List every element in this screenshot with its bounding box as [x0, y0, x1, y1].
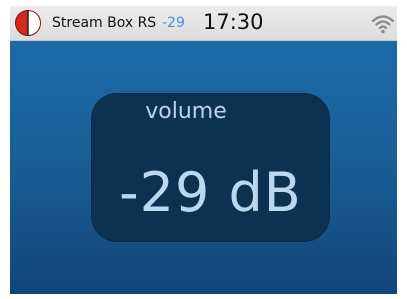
status-bar: Stream Box RS -29 17:30	[10, 6, 397, 41]
wifi-icon	[371, 15, 395, 34]
device-display: Stream Box RS -29 17:30 volume -29 dB	[10, 6, 397, 294]
volume-label: volume	[145, 99, 227, 124]
main-screen: volume -29 dB	[10, 41, 397, 294]
volume-panel: volume -29 dB	[91, 93, 330, 242]
status-volume: -29	[162, 15, 185, 31]
volume-value: -29 dB	[119, 161, 302, 224]
device-name: Stream Box RS	[52, 15, 157, 31]
brand-logo-icon	[15, 10, 41, 36]
clock: 17:30	[203, 10, 264, 34]
